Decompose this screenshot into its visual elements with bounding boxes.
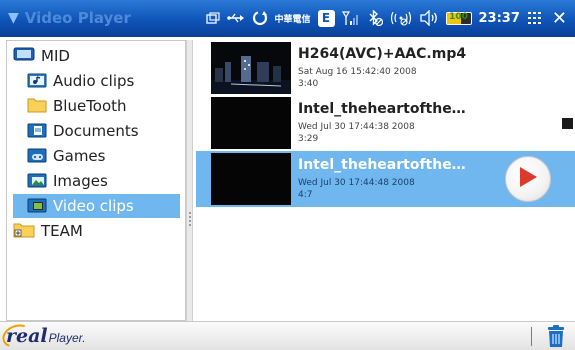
- signal-strength-icon[interactable]: [341, 7, 360, 29]
- app-menu[interactable]: ▼ Video Player: [8, 6, 131, 30]
- file-title: Intel_theheartofthe…: [298, 101, 466, 117]
- folder-icon: [27, 96, 47, 117]
- list-item[interactable]: H264(AVC)+AAC.mp4 Sat Aug 16 15:42:40 20…: [196, 40, 575, 96]
- list-item[interactable]: Intel_theheartofthe… Wed Jul 30 17:44:38…: [196, 95, 575, 151]
- status-icons: 中華電信 E 100 23:37 ✕: [205, 6, 567, 30]
- file-date: Wed Jul 30 17:44:48 2008: [298, 178, 415, 188]
- file-duration: 4:7: [298, 190, 313, 200]
- file-date: Sat Aug 16 15:42:40 2008: [298, 67, 417, 77]
- video-folder-icon: [27, 196, 47, 217]
- audio-folder-icon: [27, 71, 47, 92]
- play-icon: [517, 165, 539, 193]
- dropdown-triangle-icon[interactable]: ▼: [8, 10, 19, 26]
- splitter-grip[interactable]: [189, 212, 191, 226]
- games-folder-icon: [27, 146, 47, 167]
- team-folder-icon: [13, 221, 35, 242]
- battery-indicator[interactable]: 100: [445, 11, 472, 25]
- tree-item-label: MID: [41, 47, 70, 65]
- window-switch-icon[interactable]: [205, 7, 220, 29]
- tree-item-bluetooth[interactable]: BlueTooth: [27, 94, 180, 118]
- tree-item-images[interactable]: Images: [27, 169, 180, 193]
- carrier-label: 中華電信: [274, 14, 311, 25]
- status-bar: ▼ Video Player 中華電信 E 100 23:37 ✕: [0, 0, 575, 37]
- tree-item-label: Video clips: [53, 197, 134, 215]
- scroll-indicator[interactable]: [562, 118, 573, 129]
- tree-item-label: Documents: [53, 122, 139, 140]
- tree-item-games[interactable]: Games: [27, 144, 180, 168]
- documents-folder-icon: [27, 121, 47, 142]
- tree-item-label: Audio clips: [53, 72, 135, 90]
- video-thumbnail: [211, 153, 291, 205]
- tree-item-mid[interactable]: MID: [13, 44, 180, 68]
- clock: 23:37: [478, 10, 520, 26]
- play-button[interactable]: [505, 156, 551, 202]
- file-title: H264(AVC)+AAC.mp4: [298, 46, 467, 62]
- close-icon[interactable]: ✕: [552, 8, 567, 29]
- tree-item-audio-clips[interactable]: Audio clips: [27, 69, 180, 93]
- wifi-off-icon[interactable]: [390, 7, 412, 29]
- trash-icon[interactable]: [546, 325, 566, 348]
- file-list: H264(AVC)+AAC.mp4 Sat Aug 16 15:42:40 20…: [196, 40, 575, 321]
- tree-item-video-clips[interactable]: Video clips: [13, 194, 180, 218]
- video-thumbnail: [211, 42, 291, 94]
- device-icon: [13, 46, 35, 66]
- settings-grid-icon[interactable]: [527, 7, 543, 29]
- bottom-toolbar: real Player.: [0, 320, 575, 350]
- tree-item-team[interactable]: TEAM: [13, 219, 180, 243]
- video-thumbnail: [211, 97, 291, 149]
- logo-player-text: Player.: [48, 331, 86, 345]
- usb-icon[interactable]: [226, 7, 245, 29]
- file-title: Intel_theheartofthe…: [298, 157, 466, 173]
- tree-item-label: Images: [53, 172, 108, 190]
- images-folder-icon: [27, 171, 47, 192]
- tree-item-label: Games: [53, 147, 106, 165]
- tree-item-documents[interactable]: Documents: [27, 119, 180, 143]
- file-duration: 3:29: [298, 134, 319, 144]
- volume-icon[interactable]: [419, 7, 439, 29]
- network-type-badge: E: [317, 9, 335, 27]
- sync-icon[interactable]: [252, 7, 268, 29]
- tree-item-label: BlueTooth: [53, 97, 127, 115]
- file-duration: 3:40: [298, 79, 319, 89]
- realplayer-logo: real Player.: [0, 320, 86, 350]
- battery-label: 100: [449, 11, 468, 22]
- file-date: Wed Jul 30 17:44:38 2008: [298, 122, 415, 132]
- bluetooth-off-icon[interactable]: [367, 7, 383, 29]
- list-item-selected[interactable]: Intel_theheartofthe… Wed Jul 30 17:44:48…: [196, 151, 575, 207]
- pane-splitter[interactable]: [186, 40, 193, 321]
- app-title: Video Player: [24, 9, 131, 27]
- tree-item-label: TEAM: [41, 222, 83, 240]
- folder-tree: MID Audio clips BlueTooth Documents Game…: [6, 40, 186, 321]
- toolbar-divider: [531, 327, 532, 346]
